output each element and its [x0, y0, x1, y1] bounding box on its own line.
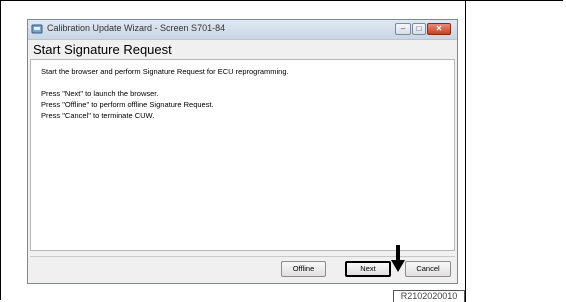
- minimize-button[interactable]: –: [395, 23, 411, 35]
- next-instruction: Press "Next" to launch the browser.: [41, 89, 159, 98]
- offline-button[interactable]: Offline: [281, 261, 326, 277]
- column-divider: [465, 0, 466, 302]
- down-arrow-icon: [391, 245, 405, 272]
- offline-instruction: Press "Offline" to perform offline Signa…: [41, 100, 214, 109]
- wizard-window: Calibration Update Wizard - Screen S701-…: [27, 19, 458, 284]
- maximize-button[interactable]: □: [412, 23, 426, 35]
- instruction-text: Start the browser and perform Signature …: [41, 67, 289, 76]
- content-panel: Start the browser and perform Signature …: [30, 59, 455, 251]
- cancel-instruction: Press "Cancel" to terminate CUW.: [41, 111, 155, 120]
- close-button[interactable]: ✕: [427, 23, 451, 35]
- cancel-button[interactable]: Cancel: [405, 261, 451, 277]
- app-icon: [31, 24, 43, 34]
- page-heading: Start Signature Request: [33, 42, 172, 57]
- figure-code: R2102020010: [393, 290, 465, 302]
- next-button[interactable]: Next: [345, 261, 391, 277]
- title-bar[interactable]: Calibration Update Wizard - Screen S701-…: [28, 20, 457, 40]
- window-title: Calibration Update Wizard - Screen S701-…: [47, 23, 226, 33]
